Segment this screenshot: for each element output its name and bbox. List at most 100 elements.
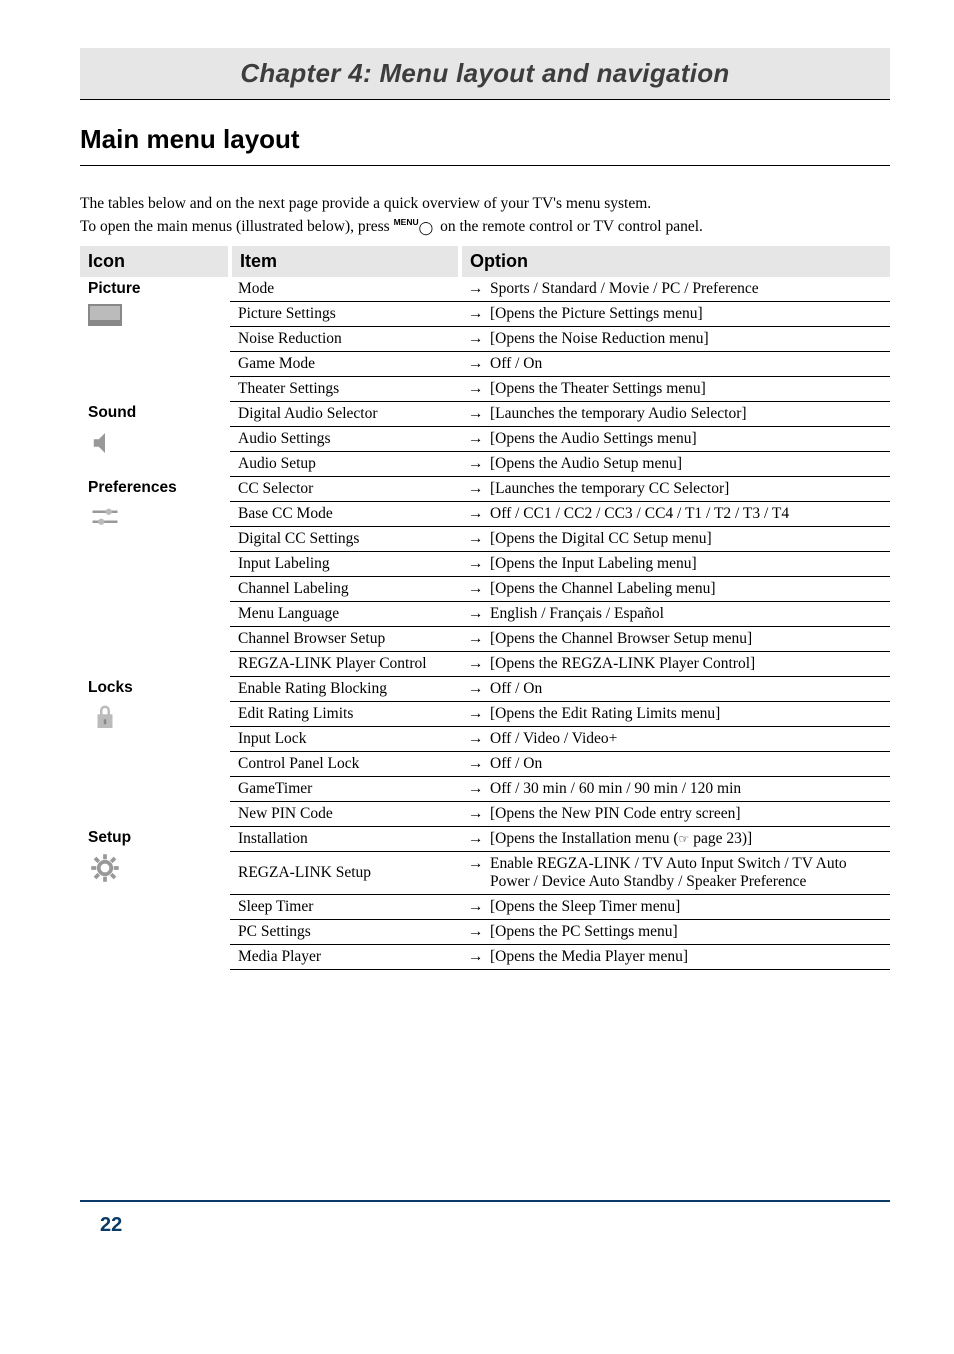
table-row: Preferences CC Selector →[Launches the t…: [80, 476, 890, 501]
option-cell: →[Opens the Audio Setup menu]: [460, 451, 890, 476]
item-cell: Enable Rating Blocking: [230, 676, 460, 701]
option-cell: →[Opens the Sleep Timer menu]: [460, 894, 890, 919]
option-cell: →[Opens the Installation menu (☞ page 23…: [460, 826, 890, 851]
option-cell: →Off / Video / Video+: [460, 726, 890, 751]
arrow-icon: →: [468, 430, 490, 448]
picture-icon: [88, 304, 224, 326]
item-cell: Base CC Mode: [230, 501, 460, 526]
item-cell: Installation: [230, 826, 460, 851]
option-cell: →Sports / Standard / Movie / PC / Prefer…: [460, 277, 890, 302]
menu-button-label: MENU: [394, 217, 419, 228]
section-title: Main menu layout: [80, 124, 890, 155]
arrow-icon: →: [468, 480, 490, 498]
item-cell: PC Settings: [230, 919, 460, 944]
item-cell: Game Mode: [230, 351, 460, 376]
arrow-icon: →: [468, 680, 490, 698]
category-label: Locks: [88, 679, 133, 696]
arrow-icon: →: [468, 605, 490, 623]
option-cell: →[Opens the Media Player menu]: [460, 944, 890, 969]
intro-text: The tables below and on the next page pr…: [80, 194, 890, 238]
option-text: [Opens the PC Settings menu]: [490, 923, 678, 940]
option-cell: →[Opens the PC Settings menu]: [460, 919, 890, 944]
arrow-icon: →: [468, 730, 490, 748]
option-text: page 23)]: [689, 830, 752, 847]
option-cell: →[Opens the Digital CC Setup menu]: [460, 526, 890, 551]
arrow-icon: →: [468, 405, 490, 423]
table-row: Locks Enable Rating Blocking →Off / On: [80, 676, 890, 701]
option-cell: →Off / 30 min / 60 min / 90 min / 120 mi…: [460, 776, 890, 801]
arrow-icon: →: [468, 280, 490, 298]
item-cell: Noise Reduction: [230, 326, 460, 351]
item-cell: Input Labeling: [230, 551, 460, 576]
item-cell: Digital CC Settings: [230, 526, 460, 551]
option-cell: →[Opens the Input Labeling menu]: [460, 551, 890, 576]
option-text: Off / On: [490, 755, 542, 772]
option-cell: →[Opens the New PIN Code entry screen]: [460, 801, 890, 826]
arrow-icon: →: [468, 630, 490, 648]
option-text: Off / On: [490, 680, 542, 697]
intro-line-2: To open the main menus (illustrated belo…: [80, 217, 890, 238]
option-text: [Launches the temporary Audio Selector]: [490, 405, 747, 422]
option-cell: →[Opens the Channel Browser Setup menu]: [460, 626, 890, 651]
option-cell: →English / Français / Español: [460, 601, 890, 626]
arrow-icon: →: [468, 380, 490, 398]
lock-icon: [88, 703, 224, 738]
option-text: [Opens the Edit Rating Limits menu]: [490, 705, 720, 722]
option-cell: →[Launches the temporary CC Selector]: [460, 476, 890, 501]
category-picture: Picture: [80, 277, 230, 402]
category-label: Setup: [88, 829, 131, 846]
col-header-item: Item: [230, 246, 460, 277]
footer-rule: [80, 1200, 890, 1202]
divider: [80, 165, 890, 166]
item-cell: Menu Language: [230, 601, 460, 626]
item-cell: Edit Rating Limits: [230, 701, 460, 726]
item-cell: Channel Labeling: [230, 576, 460, 601]
arrow-icon: →: [468, 705, 490, 723]
arrow-icon: →: [468, 455, 490, 473]
option-text: [Opens the Theater Settings menu]: [490, 380, 706, 397]
category-preferences: Preferences: [80, 476, 230, 676]
option-text: [Opens the New PIN Code entry screen]: [490, 805, 741, 822]
category-label: Preferences: [88, 479, 177, 496]
arrow-icon: →: [468, 305, 490, 323]
option-cell: →[Opens the Theater Settings menu]: [460, 376, 890, 401]
item-cell: Sleep Timer: [230, 894, 460, 919]
table-row: Picture Mode →Sports / Standard / Movie …: [80, 277, 890, 302]
arrow-icon: →: [468, 330, 490, 348]
option-text: [Launches the temporary CC Selector]: [490, 480, 729, 497]
option-cell: →[Opens the Edit Rating Limits menu]: [460, 701, 890, 726]
col-header-icon: Icon: [80, 246, 230, 277]
chapter-title: Chapter 4: Menu layout and navigation: [240, 58, 729, 88]
arrow-icon: →: [468, 755, 490, 773]
category-setup: Setup: [80, 826, 230, 969]
pointer-icon: ☞: [679, 832, 690, 846]
sound-icon: [88, 428, 224, 463]
option-text: [Opens the Installation menu (: [490, 830, 679, 847]
divider: [80, 99, 890, 100]
option-text: [Opens the Sleep Timer menu]: [490, 898, 680, 915]
item-cell: CC Selector: [230, 476, 460, 501]
arrow-icon: →: [468, 555, 490, 573]
option-text: Off / 30 min / 60 min / 90 min / 120 min: [490, 780, 741, 797]
table-row: Setup Installation →[Opens the Installat…: [80, 826, 890, 851]
option-text: [Opens the Channel Browser Setup menu]: [490, 630, 752, 647]
option-cell: →[Opens the Audio Settings menu]: [460, 426, 890, 451]
arrow-icon: →: [468, 898, 490, 916]
intro-text-fragment: on the remote control or TV control pane…: [436, 218, 703, 235]
option-cell: →[Opens the Noise Reduction menu]: [460, 326, 890, 351]
item-cell: REGZA-LINK Player Control: [230, 651, 460, 676]
arrow-icon: →: [468, 805, 490, 823]
item-cell: Media Player: [230, 944, 460, 969]
intro-text-fragment: To open the main menus (illustrated belo…: [80, 218, 394, 235]
arrow-icon: →: [468, 855, 490, 873]
option-text: [Opens the Picture Settings menu]: [490, 305, 703, 322]
option-text: Off / On: [490, 355, 542, 372]
item-cell: Picture Settings: [230, 301, 460, 326]
option-text: Off / CC1 / CC2 / CC3 / CC4 / T1 / T2 / …: [490, 505, 789, 522]
chapter-header: Chapter 4: Menu layout and navigation: [80, 48, 890, 99]
option-cell: →Off / On: [460, 351, 890, 376]
option-text: [Opens the Noise Reduction menu]: [490, 330, 709, 347]
arrow-icon: →: [468, 780, 490, 798]
category-label: Sound: [88, 404, 136, 421]
option-text: Enable REGZA-LINK / TV Auto Input Switch…: [490, 855, 880, 891]
